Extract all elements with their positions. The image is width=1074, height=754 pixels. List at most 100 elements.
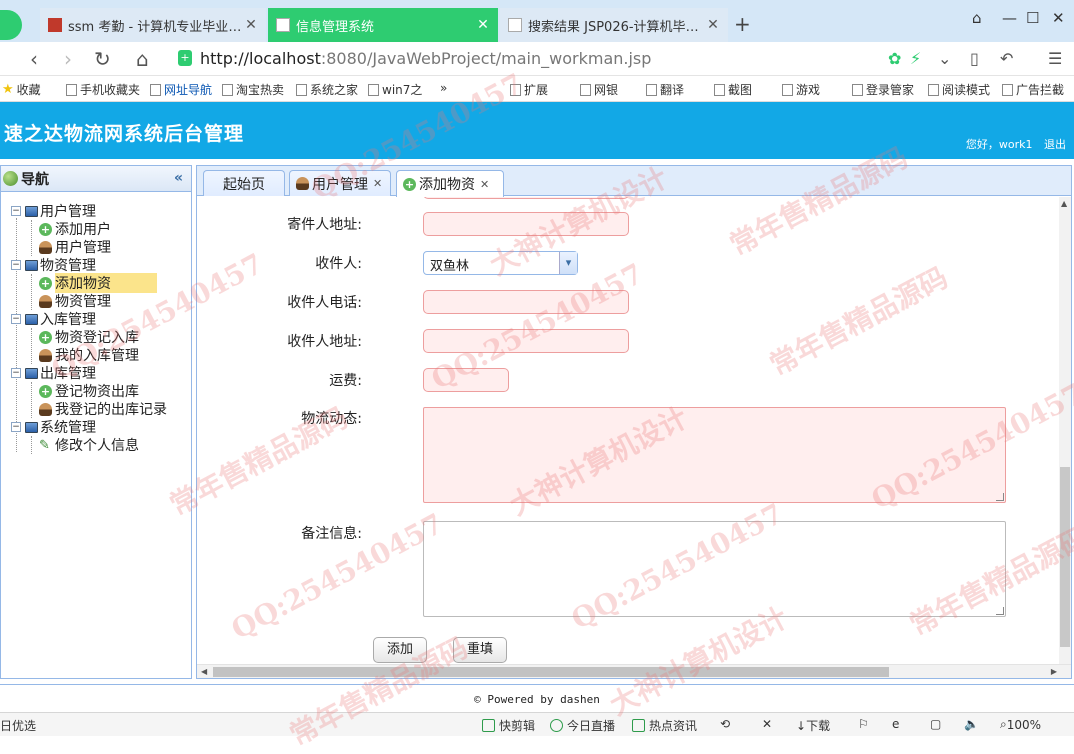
phone-icon[interactable]: ▯	[970, 49, 979, 68]
freight-input[interactable]	[423, 368, 509, 392]
tree-group-user[interactable]: − 用户管理	[1, 202, 191, 220]
collapse-toggle-icon[interactable]: −	[11, 368, 21, 378]
bookmark-item[interactable]: 网址导航	[150, 81, 212, 98]
browser-tab-ssm[interactable]: ssm 考勤 - 计算机专业毕业设计 ✕	[40, 8, 266, 42]
status-news[interactable]: 热点资讯	[632, 717, 697, 734]
minimize-button[interactable]: —	[1002, 9, 1017, 27]
refresh-speed-icon[interactable]: ✿	[888, 49, 901, 68]
bookmark-item[interactable]: win7之	[368, 81, 422, 98]
add-button[interactable]: 添加	[373, 637, 427, 663]
close-icon[interactable]: ✕	[480, 178, 489, 191]
new-tab-button[interactable]: +	[734, 12, 751, 36]
url-input[interactable]: http://localhost:8080/JavaWebProject/mai…	[200, 49, 651, 68]
collapse-toggle-icon[interactable]: −	[11, 206, 21, 216]
extension-item[interactable]: 扩展	[510, 81, 548, 98]
extension-item[interactable]: 游戏	[782, 81, 820, 98]
skin-icon[interactable]: ⌂	[972, 9, 982, 27]
close-icon[interactable]: ✕	[373, 177, 382, 190]
extension-item[interactable]: 网银	[580, 81, 618, 98]
book-icon	[928, 83, 939, 96]
receiver-phone-input[interactable]	[423, 290, 629, 314]
collapse-toggle-icon[interactable]: −	[11, 260, 21, 270]
browser-tab-active[interactable]: 信息管理系统 ✕	[268, 8, 498, 42]
vertical-scroll-thumb[interactable]	[1060, 467, 1070, 647]
tree-item-user-manage[interactable]: 用户管理	[1, 238, 191, 256]
tree-item-register-in[interactable]: + 物资登记入库	[1, 328, 191, 346]
tree-item-my-in[interactable]: 我的入库管理	[1, 346, 191, 364]
extension-item[interactable]: 截图	[714, 81, 752, 98]
play-icon	[550, 719, 563, 732]
bookmark-item[interactable]: 手机收藏夹	[66, 81, 140, 98]
horizontal-scroll-thumb[interactable]	[213, 667, 889, 677]
bookmark-item[interactable]: 系统之家	[296, 81, 358, 98]
previous-field-partial[interactable]	[423, 197, 629, 199]
status-download[interactable]: ↓ 下载	[796, 717, 830, 734]
tree-group-goods[interactable]: − 物资管理	[1, 256, 191, 274]
sound-icon[interactable]: 🔈	[964, 717, 979, 731]
collapse-toggle-icon[interactable]: −	[11, 314, 21, 324]
scroll-left-icon[interactable]: ◀	[201, 667, 207, 676]
tab-add-goods[interactable]: + 添加物资 ✕	[396, 170, 504, 197]
close-icon[interactable]: ✕	[706, 17, 720, 33]
tree-item-my-out[interactable]: 我登记的出库记录	[1, 400, 191, 418]
collapse-icon[interactable]: «	[174, 170, 183, 186]
extension-item[interactable]: 登录管家	[852, 81, 914, 98]
home-button[interactable]: ⌂	[136, 47, 149, 71]
tree-item-add-goods[interactable]: + 添加物资	[1, 273, 191, 293]
logistics-textarea[interactable]	[423, 407, 1006, 503]
browser-logo-icon[interactable]	[0, 10, 22, 40]
collapse-toggle-icon[interactable]: −	[11, 422, 21, 432]
tree-item-goods-manage[interactable]: 物资管理	[1, 292, 191, 310]
reload-button[interactable]: ↻	[94, 47, 111, 71]
user-icon	[296, 177, 309, 190]
horizontal-scrollbar[interactable]: ◀ ▶	[197, 664, 1071, 678]
tab-home[interactable]: 起始页	[203, 170, 285, 196]
sender-address-input[interactable]	[423, 212, 629, 236]
tab-user-manage[interactable]: 用户管理 ✕	[289, 170, 391, 196]
chevron-down-icon[interactable]: ▾	[559, 252, 577, 274]
vertical-scrollbar[interactable]: ▲	[1059, 197, 1071, 665]
close-icon[interactable]: ✕	[244, 17, 258, 33]
status-quick-clip[interactable]: 快剪辑	[482, 717, 535, 734]
scroll-right-icon[interactable]: ▶	[1051, 667, 1057, 676]
bookmark-item[interactable]: 淘宝热卖	[222, 81, 284, 98]
forward-button[interactable]: ›	[64, 47, 72, 71]
maximize-button[interactable]: ☐	[1026, 9, 1039, 27]
tree-item-register-out[interactable]: + 登记物资出库	[1, 382, 191, 400]
lightning-icon[interactable]: ⚡	[910, 49, 921, 68]
back-button[interactable]: ‹	[30, 47, 38, 71]
resize-handle-icon[interactable]	[996, 493, 1004, 501]
browser-tab-search[interactable]: 搜索结果 JSP026-计算机毕业设 ✕	[500, 8, 728, 42]
receiver-select[interactable]: 双鱼林 ▾	[423, 251, 578, 275]
tree-group-stock-out[interactable]: − 出库管理	[1, 364, 191, 382]
dropdown-icon[interactable]: ⌄	[938, 49, 951, 68]
tree-item-add-user[interactable]: + 添加用户	[1, 220, 191, 238]
remark-textarea[interactable]	[423, 521, 1006, 617]
tree-group-stock-in[interactable]: − 入库管理	[1, 310, 191, 328]
window-icon[interactable]: ▢	[930, 717, 941, 731]
receiver-address-input[interactable]	[423, 329, 629, 353]
page-icon	[66, 83, 77, 96]
undo-icon[interactable]: ↶	[1000, 49, 1013, 68]
menu-icon[interactable]: ☰	[1048, 49, 1062, 68]
close-icon[interactable]: ✕	[476, 17, 490, 33]
reset-button[interactable]: 重填	[453, 637, 507, 663]
bookmark-more[interactable]: »	[440, 81, 447, 95]
zoom-level[interactable]: ⌕ 100%	[1000, 717, 1041, 732]
ie-icon[interactable]: e	[892, 717, 899, 731]
tools-icon[interactable]: ✕	[762, 717, 772, 731]
tree-item-profile[interactable]: ✎ 修改个人信息	[1, 436, 191, 454]
bookmark-favorites[interactable]: ★ 收藏	[2, 81, 41, 98]
scroll-up-icon[interactable]: ▲	[1061, 199, 1067, 208]
extension-item[interactable]: 阅读模式	[928, 81, 990, 98]
logout-link[interactable]: 退出	[1044, 138, 1066, 151]
flag-icon[interactable]: ⚐	[858, 717, 869, 731]
extension-item[interactable]: 广告拦截	[1002, 81, 1064, 98]
status-left-text[interactable]: 日优选	[0, 717, 36, 734]
history-icon[interactable]: ⟲	[720, 717, 730, 731]
extension-item[interactable]: 翻译	[646, 81, 684, 98]
resize-handle-icon[interactable]	[996, 607, 1004, 615]
tree-group-system[interactable]: − 系统管理	[1, 418, 191, 436]
close-window-button[interactable]: ✕	[1052, 9, 1065, 27]
status-live[interactable]: 今日直播	[550, 717, 615, 734]
